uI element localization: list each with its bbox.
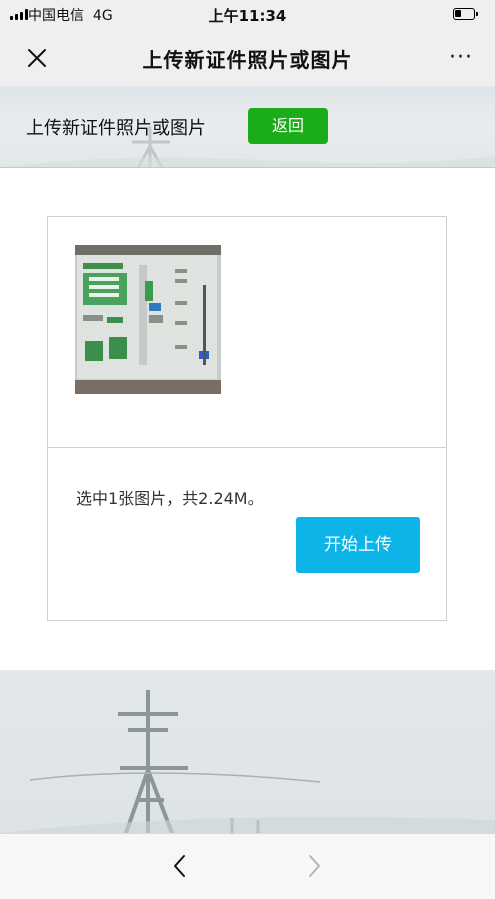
battery-icon: [453, 8, 478, 20]
start-upload-button[interactable]: 开始上传: [296, 517, 420, 573]
status-bar: 中国电信 4G 上午11:34: [0, 0, 495, 30]
photo-thumbnail[interactable]: [75, 245, 221, 394]
nav-bar: 上传新证件照片或图片 ···: [0, 30, 495, 86]
selection-info: 选中1张图片，共2.24M。: [76, 489, 264, 508]
nav-title: 上传新证件照片或图片: [142, 48, 353, 72]
upload-card: 选中1张图片，共2.24M。 开始上传: [47, 216, 447, 621]
footer-background-image: [0, 670, 495, 833]
page-header: 上传新证件照片或图片 返回: [0, 86, 495, 168]
chevron-right-icon[interactable]: [302, 852, 326, 880]
more-icon[interactable]: ···: [449, 45, 473, 70]
bottom-toolbar: [0, 833, 495, 899]
chevron-left-icon[interactable]: [168, 852, 192, 880]
thumbnail-area: [48, 217, 446, 448]
header-title: 上传新证件照片或图片: [26, 118, 206, 139]
back-button[interactable]: 返回: [248, 108, 328, 144]
clock: 上午11:34: [208, 7, 287, 25]
